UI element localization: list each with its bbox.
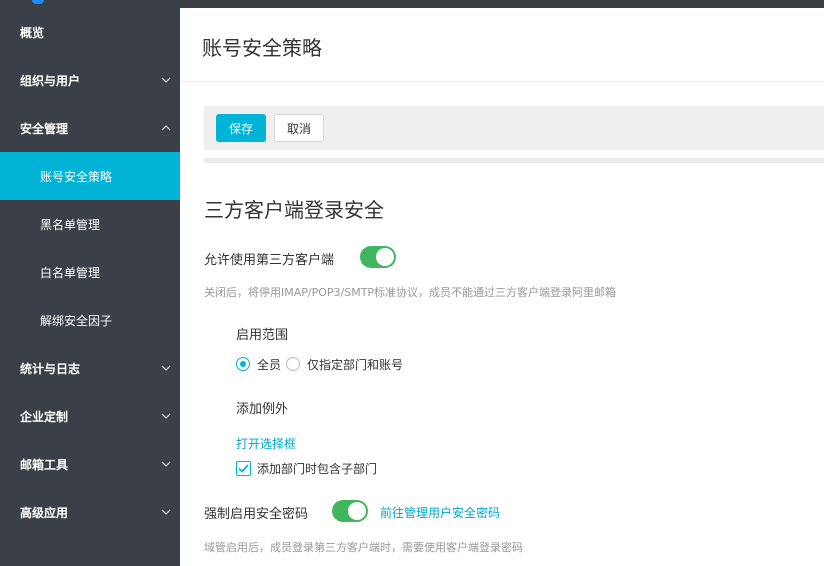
main-content: 账号安全策略 保存 取消 三方客户端登录安全 允许使用第三方客户端 关闭后，将停…	[180, 8, 824, 566]
sidebar-item-account-security-policy[interactable]: 账号安全策略	[0, 152, 180, 200]
sidebar-item-label: 安全管理	[20, 121, 69, 136]
sidebar-item-enterprise-custom[interactable]: 企业定制	[0, 392, 180, 440]
exceptions-label: 添加例外	[236, 402, 289, 417]
include-subdept-checkbox[interactable]	[236, 461, 251, 476]
sidebar-item-unbind-factor[interactable]: 解绑安全因子	[0, 296, 180, 344]
scope-label: 启用范围	[236, 328, 289, 343]
sidebar-item-label: 统计与日志	[20, 361, 81, 376]
scope-all-radio[interactable]	[236, 357, 250, 371]
scope-specific-label[interactable]: 仅指定部门和账号	[307, 356, 403, 373]
sidebar-item-whitelist[interactable]: 白名单管理	[0, 248, 180, 296]
sidebar-item-advanced[interactable]: 高级应用	[0, 488, 180, 536]
sidebar-item-stats-logs[interactable]: 统计与日志	[0, 344, 180, 392]
sidebar-item-blacklist[interactable]: 黑名单管理	[0, 200, 180, 248]
sidebar-item-label: 白名单管理	[40, 265, 101, 280]
chevron-down-icon	[152, 411, 180, 421]
sidebar-item-mail-tools[interactable]: 邮箱工具	[0, 440, 180, 488]
scope-all-label[interactable]: 全员	[257, 356, 281, 373]
sidebar-item-label: 概览	[20, 25, 45, 40]
chevron-down-icon	[152, 459, 180, 469]
sidebar-item-org-users[interactable]: 组织与用户	[0, 56, 180, 104]
force-password-label: 强制启用安全密码	[204, 507, 309, 522]
sidebar: 概览 组织与用户 安全管理 账号安全策略 黑名单管理 白名单管理 解绑安全因子 …	[0, 8, 180, 566]
scope-specific-radio[interactable]	[286, 357, 300, 371]
cancel-button[interactable]: 取消	[274, 114, 324, 142]
sidebar-item-label: 账号安全策略	[40, 169, 113, 184]
sidebar-item-label: 解绑安全因子	[40, 313, 113, 328]
chevron-down-icon	[152, 507, 180, 517]
section-title: 三方客户端登录安全	[204, 198, 384, 222]
sidebar-item-label: 组织与用户	[20, 73, 81, 88]
force-password-toggle[interactable]	[332, 500, 368, 522]
allow-third-party-hint: 关闭后，将停用IMAP/POP3/SMTP标准协议，成员不能通过三方客户端登录阿…	[204, 286, 617, 299]
manage-password-link[interactable]: 前往管理用户安全密码	[380, 504, 500, 521]
divider	[204, 158, 824, 163]
toggle-knob	[348, 502, 366, 520]
radio-dot	[240, 361, 246, 367]
top-bar	[0, 0, 824, 8]
toolbar: 保存 取消	[204, 106, 824, 150]
sidebar-item-label: 高级应用	[20, 505, 69, 520]
sidebar-item-label: 黑名单管理	[40, 217, 101, 232]
sidebar-item-label: 邮箱工具	[20, 457, 69, 472]
page-title: 账号安全策略	[202, 36, 322, 60]
sidebar-item-label: 企业定制	[20, 409, 69, 424]
allow-third-party-toggle[interactable]	[360, 246, 396, 268]
chevron-down-icon	[152, 75, 180, 85]
toggle-knob	[376, 248, 394, 266]
chevron-down-icon	[152, 363, 180, 373]
allow-third-party-label: 允许使用第三方客户端	[204, 253, 335, 268]
sidebar-item-overview[interactable]: 概览	[0, 8, 180, 56]
open-selector-link[interactable]: 打开选择框	[236, 435, 296, 452]
include-subdept-label: 添加部门时包含子部门	[257, 462, 378, 476]
logo-icon	[32, 0, 44, 4]
check-icon	[238, 464, 249, 473]
chevron-up-icon	[152, 123, 180, 133]
divider	[180, 81, 824, 82]
force-password-hint: 域管启用后，成员登录第三方客户端时，需要使用客户端登录密码	[204, 541, 523, 554]
save-button[interactable]: 保存	[216, 114, 266, 142]
sidebar-item-security[interactable]: 安全管理	[0, 104, 180, 152]
